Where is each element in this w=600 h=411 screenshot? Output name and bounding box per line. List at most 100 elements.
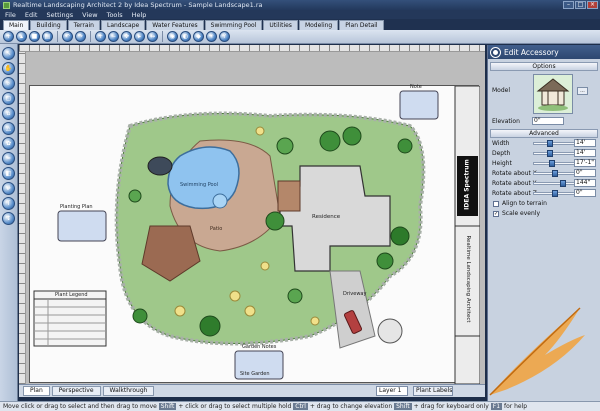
layer-select[interactable]: Layer 1 [376,386,408,396]
status-key: Ctrl [293,403,308,410]
fit-icon[interactable]: ▢ [2,92,15,105]
advanced-section[interactable]: Advanced [490,129,598,138]
height-field[interactable]: 17'-1" [574,159,596,167]
shrub [276,137,294,155]
depth-field[interactable]: 14' [574,149,596,157]
slider-knob[interactable] [552,170,558,177]
slider-knob[interactable] [549,160,556,167]
rotate-x-field[interactable]: 0" [574,169,596,177]
tab-swimming-pool[interactable]: Swimming Pool [204,20,263,30]
minimize-button[interactable]: – [563,1,574,9]
tab-water-features[interactable]: Water Features [146,20,204,30]
zoom-in-icon[interactable]: + [95,31,106,42]
plant-labels-toggle[interactable]: Plant Labels [413,386,453,396]
tab-walkthrough[interactable]: Walkthrough [102,386,155,396]
print-icon[interactable]: ▤ [42,31,53,42]
measure-icon[interactable]: ↔ [147,31,158,42]
menu-file[interactable]: File [5,11,16,19]
save-icon[interactable]: ■ [29,31,40,42]
plant-icon[interactable]: ✿ [2,137,15,150]
camera-icon[interactable]: ◉ [167,31,178,42]
slider-knob[interactable] [546,150,553,157]
rotate-y-field[interactable]: 144" [574,179,596,187]
shrub [265,211,285,231]
tab-building[interactable]: Building [30,20,67,30]
align-terrain-checkbox[interactable] [493,200,499,207]
tab-perspective[interactable]: Perspective [51,386,101,396]
slider-knob[interactable] [546,140,553,147]
rotate-y-slider[interactable] [533,180,575,187]
3d-view-icon[interactable]: ◆ [193,31,204,42]
menu-tools[interactable]: Tools [107,11,123,19]
rotate-z-slider[interactable] [533,190,575,197]
hand-icon[interactable]: ✋ [2,62,15,75]
tab-main[interactable]: Main [3,20,30,30]
scale-evenly-checkbox[interactable]: ✓ [493,210,499,217]
width-row: Width 14' [490,139,598,148]
maximize-button[interactable]: □ [575,1,586,9]
width-field[interactable]: 14' [574,139,596,147]
tab-modeling[interactable]: Modeling [298,20,339,30]
rotate-z-field[interactable]: 0" [574,189,596,197]
menu-edit[interactable]: Edit [25,11,38,19]
pool-icon[interactable]: ◧ [2,167,15,180]
note-box-left [57,210,107,242]
title-block-logo: IDEA Spectrum [463,159,471,210]
panel-title: Edit Accessory [504,47,559,57]
left-tool-strip: ↖ ✋ ⌕ ▢ ⌂ △ ✿ ≈ ◧ # T ↕ [0,44,18,401]
width-slider[interactable] [533,140,575,147]
align-terrain-label: Align to terrain [502,200,547,207]
rotate-x-slider[interactable] [533,170,575,177]
tab-plan-detail[interactable]: Plan Detail [339,20,384,30]
terrain-icon[interactable]: △ [2,122,15,135]
select-icon[interactable]: ▸ [134,31,145,42]
menu-view[interactable]: View [82,11,97,19]
dimension-icon[interactable]: ↕ [2,212,15,225]
new-icon[interactable]: + [3,31,14,42]
flower [229,290,241,302]
rotate-x-label: Rotate about X [492,170,537,177]
undo-icon[interactable]: ↶ [62,31,73,42]
open-icon[interactable]: ▴ [16,31,27,42]
align-terrain-row[interactable]: Align to terrain [490,199,598,208]
rotate-z-label: Rotate about Z [492,190,537,197]
menu-settings[interactable]: Settings [46,11,73,19]
menu-help[interactable]: Help [132,11,147,19]
depth-row: Depth 14' [490,149,598,158]
sun-icon[interactable]: ☀ [206,31,217,42]
arrow-icon[interactable]: ↖ [2,47,15,60]
slider-knob[interactable] [552,190,558,197]
model-browse-button[interactable]: ... [577,87,588,95]
elevation-field[interactable]: 0" [532,117,564,125]
water-icon[interactable]: ≈ [2,152,15,165]
render-icon[interactable]: ◐ [180,31,191,42]
model-thumbnail[interactable] [533,74,573,114]
zoom-icon[interactable]: ⌕ [2,77,15,90]
flower [255,126,265,136]
text-icon[interactable]: T [2,197,15,210]
plan-sheet[interactable]: Residence Swimming Pool Driveway Patio S… [29,84,480,384]
depth-slider[interactable] [533,150,575,157]
tab-landscape[interactable]: Landscape [100,20,146,30]
building-icon[interactable]: ⌂ [2,107,15,120]
tab-terrain[interactable]: Terrain [67,20,100,30]
scale-evenly-row[interactable]: ✓ Scale evenly [490,209,598,218]
shrub [132,308,148,324]
pan-icon[interactable]: ✥ [121,31,132,42]
window-controls: – □ × [563,1,598,9]
options-section[interactable]: Options [490,62,598,71]
close-button[interactable]: × [587,1,598,9]
height-row: Height 17'-1" [490,159,598,168]
help-icon[interactable]: ? [219,31,230,42]
slider-knob[interactable] [559,180,566,187]
status-key: Shift [394,403,412,410]
redo-icon[interactable]: ↷ [75,31,86,42]
zoom-out-icon[interactable]: − [108,31,119,42]
footer-label: Site Garden [240,371,270,377]
tab-utilities[interactable]: Utilities [263,20,298,30]
fence-icon[interactable]: # [2,182,15,195]
plan-canvas[interactable]: Residence Swimming Pool Driveway Patio S… [19,45,485,384]
tab-plan[interactable]: Plan [23,386,50,396]
height-slider[interactable] [533,160,575,167]
shrub [199,315,221,337]
